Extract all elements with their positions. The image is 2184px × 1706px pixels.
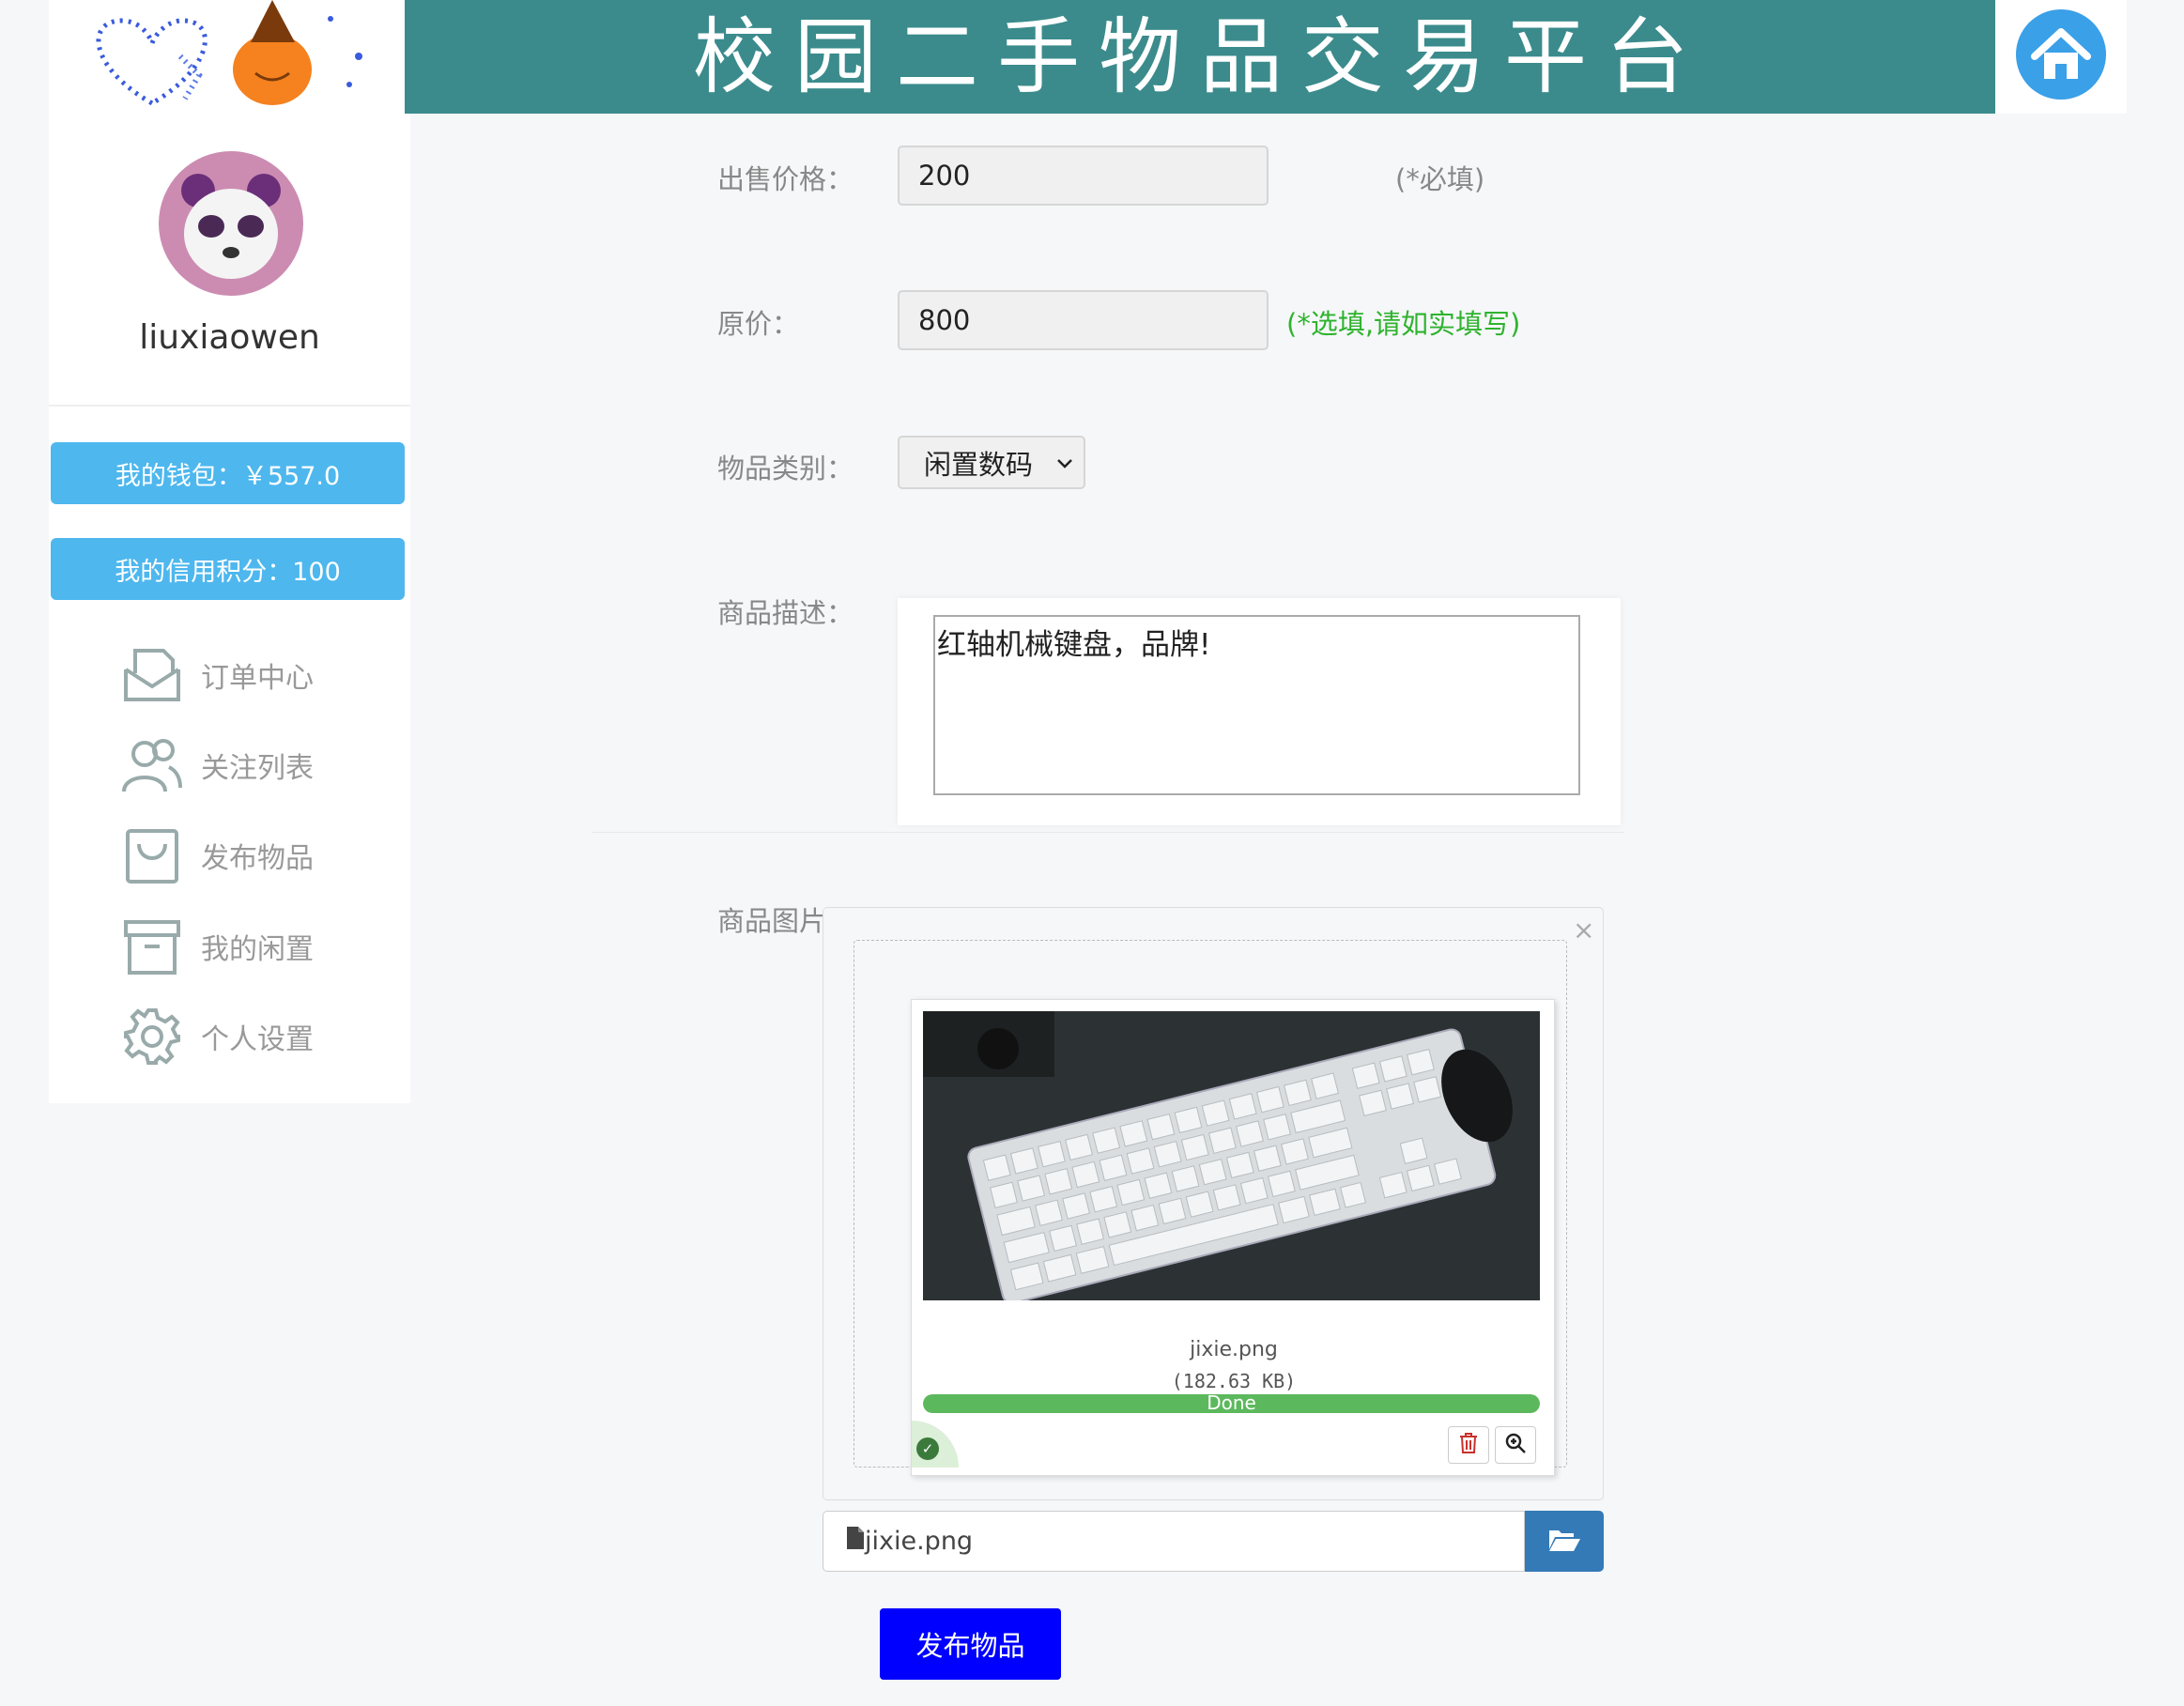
users-icon xyxy=(122,735,182,795)
upload-progress-bar: Done xyxy=(923,1394,1540,1413)
description-card: 红轴机械键盘，品牌! xyxy=(898,598,1621,825)
home-icon xyxy=(2016,9,2106,100)
nav-label: 我的闲置 xyxy=(201,933,314,966)
username: liuxiaowen xyxy=(139,318,320,357)
site-banner: 校园二手物品交易平台 xyxy=(405,0,1995,114)
description-textarea[interactable]: 红轴机械键盘，品牌! xyxy=(933,615,1580,795)
zoom-in-icon xyxy=(1504,1432,1527,1458)
panda-avatar xyxy=(181,174,281,279)
nav-label: 关注列表 xyxy=(201,752,314,785)
price-input[interactable]: 200 xyxy=(898,146,1269,206)
publish-button[interactable]: 发布物品 xyxy=(880,1608,1061,1680)
file-name: jixie.png xyxy=(1190,1338,1278,1361)
description-label: 商品描述： xyxy=(717,597,854,629)
nav-item-follow-list[interactable]: 关注列表 xyxy=(122,732,366,798)
category-value: 闲置数码 xyxy=(924,448,1034,481)
sidebar: liuxiaowen 我的钱包：￥557.0 我的信用积分：100 订单中心 关… xyxy=(49,114,410,1103)
credit-button[interactable]: 我的信用积分：100 xyxy=(51,538,405,600)
category-label: 物品类别： xyxy=(717,453,854,484)
upload-progress-text: Done xyxy=(1207,1394,1256,1413)
folder-open-icon xyxy=(1547,1527,1581,1557)
browse-button[interactable] xyxy=(1525,1511,1604,1572)
file-path-value: jixie.png xyxy=(865,1527,974,1556)
heart-and-pumpkin-logo xyxy=(96,0,362,106)
nav-item-my-idle[interactable]: 我的闲置 xyxy=(122,914,366,979)
check-circle-icon: ✓ xyxy=(916,1437,939,1460)
original-price-note: (*选填,请如实填写) xyxy=(1286,308,1521,340)
divider xyxy=(49,405,410,407)
file-icon xyxy=(846,1526,865,1557)
upload-panel: × jixie.png (182.63 KB) Done ✓ xyxy=(823,907,1604,1500)
envelope-icon xyxy=(122,645,182,705)
nav-item-orders[interactable]: 订单中心 xyxy=(122,642,366,708)
original-price-input[interactable]: 800 xyxy=(898,290,1269,350)
home-button[interactable] xyxy=(1995,0,2127,114)
category-select[interactable]: 闲置数码 xyxy=(898,436,1085,489)
nav-item-settings[interactable]: 个人设置 xyxy=(122,1004,366,1069)
delete-file-button[interactable] xyxy=(1448,1426,1489,1464)
nav-label: 个人设置 xyxy=(201,1023,314,1056)
avatar[interactable] xyxy=(159,151,303,296)
price-required-note: (*必填) xyxy=(1395,163,1485,195)
chevron-down-icon xyxy=(1055,451,1074,483)
file-size: (182.63 KB) xyxy=(1171,1370,1297,1392)
original-price-label: 原价： xyxy=(717,308,800,340)
close-icon[interactable]: × xyxy=(1573,917,1594,944)
file-path-input[interactable]: jixie.png xyxy=(823,1511,1525,1572)
nav-label: 发布物品 xyxy=(201,842,314,875)
archive-box-icon xyxy=(122,916,182,976)
gear-icon xyxy=(122,1007,182,1067)
wallet-button[interactable]: 我的钱包：￥557.0 xyxy=(51,442,405,504)
file-preview-card: jixie.png (182.63 KB) Done ✓ xyxy=(911,999,1555,1476)
drop-zone[interactable]: jixie.png (182.63 KB) Done ✓ xyxy=(854,940,1567,1476)
upload-success-badge: ✓ xyxy=(912,1421,959,1468)
nav-item-publish[interactable]: 发布物品 xyxy=(122,822,366,888)
keyboard-photo[interactable] xyxy=(923,1011,1540,1300)
trash-icon xyxy=(1458,1432,1479,1458)
price-label: 出售价格： xyxy=(717,163,854,195)
zoom-file-button[interactable] xyxy=(1495,1426,1536,1464)
shopping-bag-icon xyxy=(122,825,182,885)
divider xyxy=(592,832,1624,833)
site-logo[interactable] xyxy=(49,0,405,114)
nav-label: 订单中心 xyxy=(201,662,314,695)
site-title: 校园二手物品交易平台 xyxy=(692,8,1707,105)
